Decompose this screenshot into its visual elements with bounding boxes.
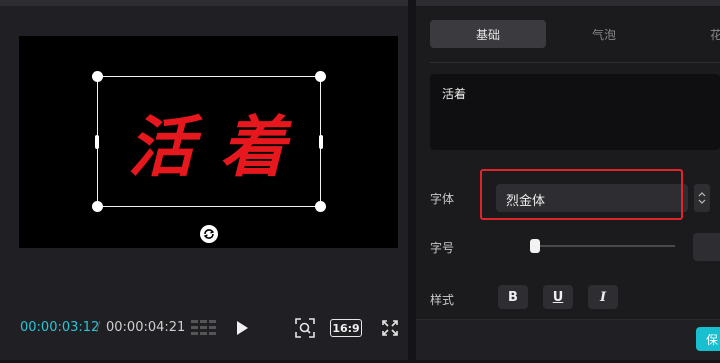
props-topbar bbox=[416, 0, 720, 6]
font-stepper[interactable] bbox=[694, 184, 710, 212]
tab-bubble[interactable]: 气泡 bbox=[546, 20, 662, 48]
italic-button[interactable]: I bbox=[588, 285, 618, 309]
play-icon[interactable] bbox=[234, 318, 250, 338]
time-separator: / bbox=[96, 320, 101, 335]
resize-handle-top-right[interactable] bbox=[315, 71, 326, 82]
timeline-list-icon[interactable] bbox=[190, 318, 218, 338]
size-label: 字号 bbox=[430, 241, 455, 255]
overlay-text: 活着 bbox=[128, 107, 312, 186]
size-slider-knob[interactable] bbox=[530, 239, 541, 253]
tab-basic[interactable]: 基础 bbox=[430, 20, 546, 48]
underline-button[interactable]: U bbox=[543, 285, 573, 309]
text-properties-panel: 基础 气泡 花 活着 字体 烈金体 字号 样式 B U I 保 bbox=[416, 0, 720, 360]
fullscreen-icon[interactable] bbox=[380, 318, 400, 338]
preview-canvas[interactable]: 活着 bbox=[19, 36, 398, 248]
zoom-fit-icon[interactable] bbox=[294, 318, 316, 338]
panel-gap bbox=[408, 0, 416, 363]
props-footer bbox=[416, 319, 720, 360]
font-highlight-box bbox=[480, 169, 683, 220]
text-content-input[interactable]: 活着 bbox=[430, 74, 720, 150]
text-selection-box[interactable]: 活着 bbox=[92, 71, 326, 212]
save-preset-button[interactable]: 保 bbox=[696, 327, 720, 351]
chevron-up-icon bbox=[698, 192, 706, 197]
property-tabs: 基础 气泡 花 bbox=[430, 20, 720, 48]
style-label: 样式 bbox=[430, 293, 455, 307]
aspect-ratio-button[interactable]: 16:9 bbox=[330, 319, 362, 337]
chevron-down-icon bbox=[698, 199, 706, 204]
resize-handle-right[interactable] bbox=[319, 135, 323, 149]
tab-fancy[interactable]: 花 bbox=[662, 20, 720, 48]
player-panel: 活着 00:00:03:12 / 00:00:04:21 16:9 bbox=[0, 0, 408, 360]
size-input[interactable] bbox=[693, 233, 720, 261]
tab-divider bbox=[430, 62, 720, 63]
bold-button[interactable]: B bbox=[498, 285, 528, 309]
current-time: 00:00:03:12 bbox=[20, 320, 100, 335]
rotate-icon[interactable] bbox=[200, 225, 218, 243]
player-topbar bbox=[0, 0, 408, 6]
resize-handle-top-left[interactable] bbox=[92, 71, 103, 82]
total-time: 00:00:04:21 bbox=[106, 320, 186, 335]
resize-handle-left[interactable] bbox=[95, 135, 99, 149]
size-slider-track[interactable] bbox=[531, 245, 675, 247]
font-label: 字体 bbox=[430, 192, 455, 206]
resize-handle-bottom-right[interactable] bbox=[315, 201, 326, 212]
resize-handle-bottom-left[interactable] bbox=[92, 201, 103, 212]
